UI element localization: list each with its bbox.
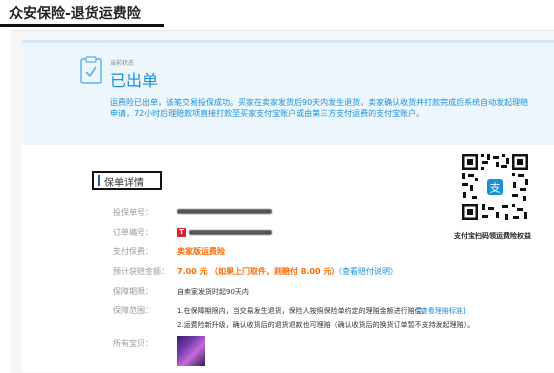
scope-line-1: 1.在保障期限内，当交易发生退货，保险人按照保险单约定的理赔金额进行赔偿。 (177, 307, 429, 315)
scope-label: 保障范围： (113, 306, 153, 315)
page-title: 众安保险-退货运费险 (9, 6, 141, 22)
alipay-logo-icon: 支 (490, 182, 501, 195)
alipay-qr-code: 支 (460, 152, 530, 222)
status-description: 运费险已出单，该笔交易投保成功。买家在卖家发货后90天内发生退货，卖家确认收货并… (110, 98, 529, 118)
period-value: 自卖家发货时起90天内 (177, 288, 249, 296)
order-no-redacted (189, 230, 272, 235)
status-label: 当前状态 (110, 60, 135, 67)
page-header: 众安保险-退货运费险 (0, 0, 554, 30)
expected-amount: 7.00 元 (177, 267, 208, 276)
policy-no-redacted (177, 209, 272, 214)
item-thumbnail[interactable] (177, 336, 205, 366)
claim-explanation-link[interactable]: （查看赔付说明） (334, 266, 398, 277)
order-no-label: 订单编号： (113, 228, 153, 237)
tmall-icon: T (177, 228, 186, 237)
payment-label: 支付保费： (113, 247, 153, 256)
period-label: 保障期限： (113, 287, 153, 296)
items-label: 所有宝贝： (113, 339, 153, 348)
scope-line-2: 2.运费险新升级，确认收货后的退货退款也可理赔（确认收货后的换货订单暂不支持发起… (177, 321, 475, 329)
policy-no-label: 投保单号： (113, 208, 153, 217)
payment-value: 卖家版运费险 (177, 247, 225, 256)
status-value: 已出单 (110, 71, 159, 90)
qr-caption: 支付宝扫码领运费险权益 (454, 232, 531, 240)
expected-claim-label: 预计获赔金额： (113, 267, 169, 276)
details-heading: 保单详情 (104, 178, 144, 189)
expected-note: （如果上门取件，则赔付 8.00 元） (210, 267, 340, 276)
claim-standard-link[interactable]: [查看理赔标准] (418, 306, 465, 316)
clipboard-check-icon (80, 56, 102, 84)
title-underline (0, 24, 164, 27)
details-heading-marker (98, 175, 100, 186)
